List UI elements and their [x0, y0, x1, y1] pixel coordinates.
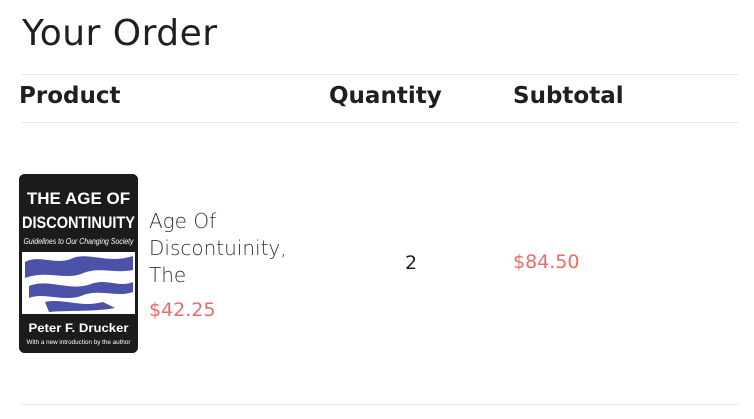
divider [22, 122, 738, 123]
divider [22, 74, 738, 75]
divider [22, 404, 738, 405]
book-cover-image[interactable]: THE AGE OF DISCONTINUITY Guidelines to O… [19, 174, 138, 353]
page-title: Your Order [22, 13, 218, 54]
cover-author: Peter F. Drucker [29, 321, 129, 335]
column-header-quantity: Quantity [329, 83, 442, 109]
cover-title-line1: THE AGE OF [27, 189, 130, 208]
unit-price: $42.25 [149, 299, 216, 321]
quantity-value: 2 [405, 252, 418, 274]
column-header-product: Product [19, 83, 121, 109]
cover-title-line2: DISCONTINUITY [22, 213, 136, 232]
column-header-subtotal: Subtotal [513, 83, 624, 109]
cover-note: With a new introduction by the author [27, 340, 131, 346]
product-name-link[interactable]: Age Of Discontuinity, The [149, 208, 319, 289]
cover-subtitle: Guidelines to Our Changing Society [24, 237, 135, 246]
subtotal-value: $84.50 [513, 251, 580, 273]
